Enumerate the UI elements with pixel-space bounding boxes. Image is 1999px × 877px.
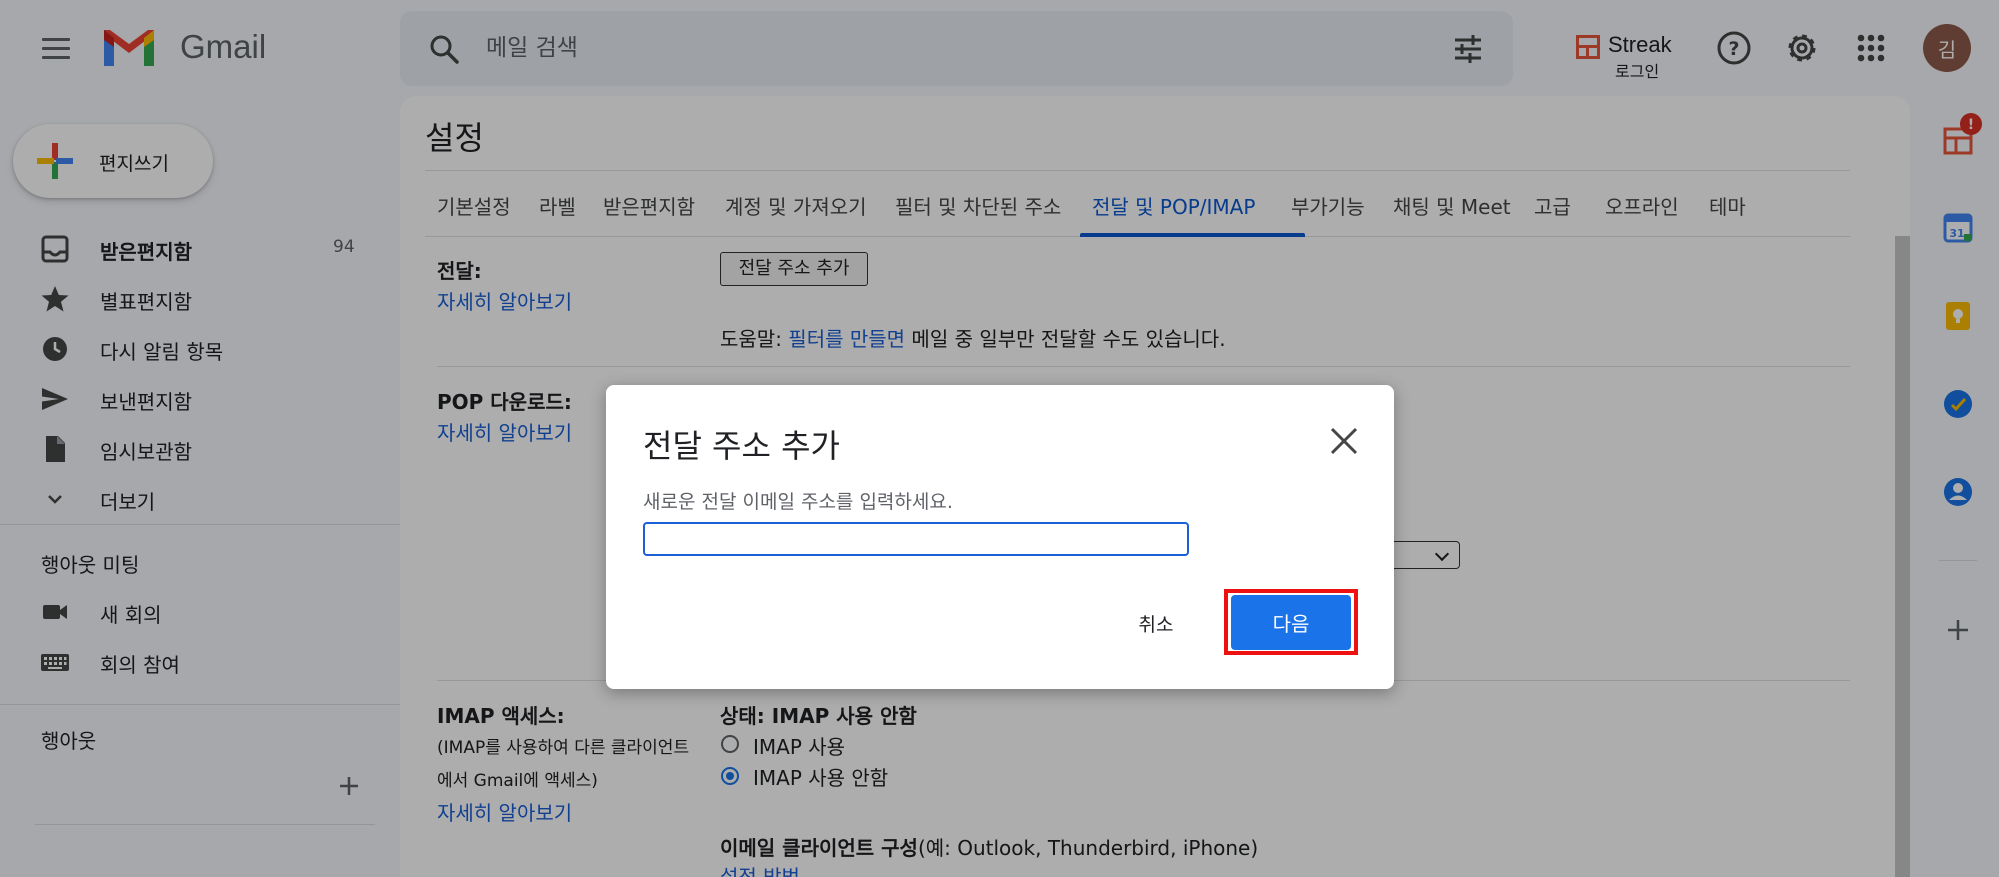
dialog-title: 전달 주소 추가	[643, 427, 840, 465]
forwarding-email-input[interactable]	[643, 522, 1189, 556]
close-icon[interactable]	[1324, 421, 1364, 461]
next-button[interactable]: 다음	[1231, 595, 1351, 650]
cancel-button[interactable]: 취소	[1111, 603, 1201, 643]
add-forwarding-address-dialog: 전달 주소 추가 새로운 전달 이메일 주소를 입력하세요. 취소 다음	[606, 385, 1394, 689]
dialog-description: 새로운 전달 이메일 주소를 입력하세요.	[643, 491, 953, 513]
